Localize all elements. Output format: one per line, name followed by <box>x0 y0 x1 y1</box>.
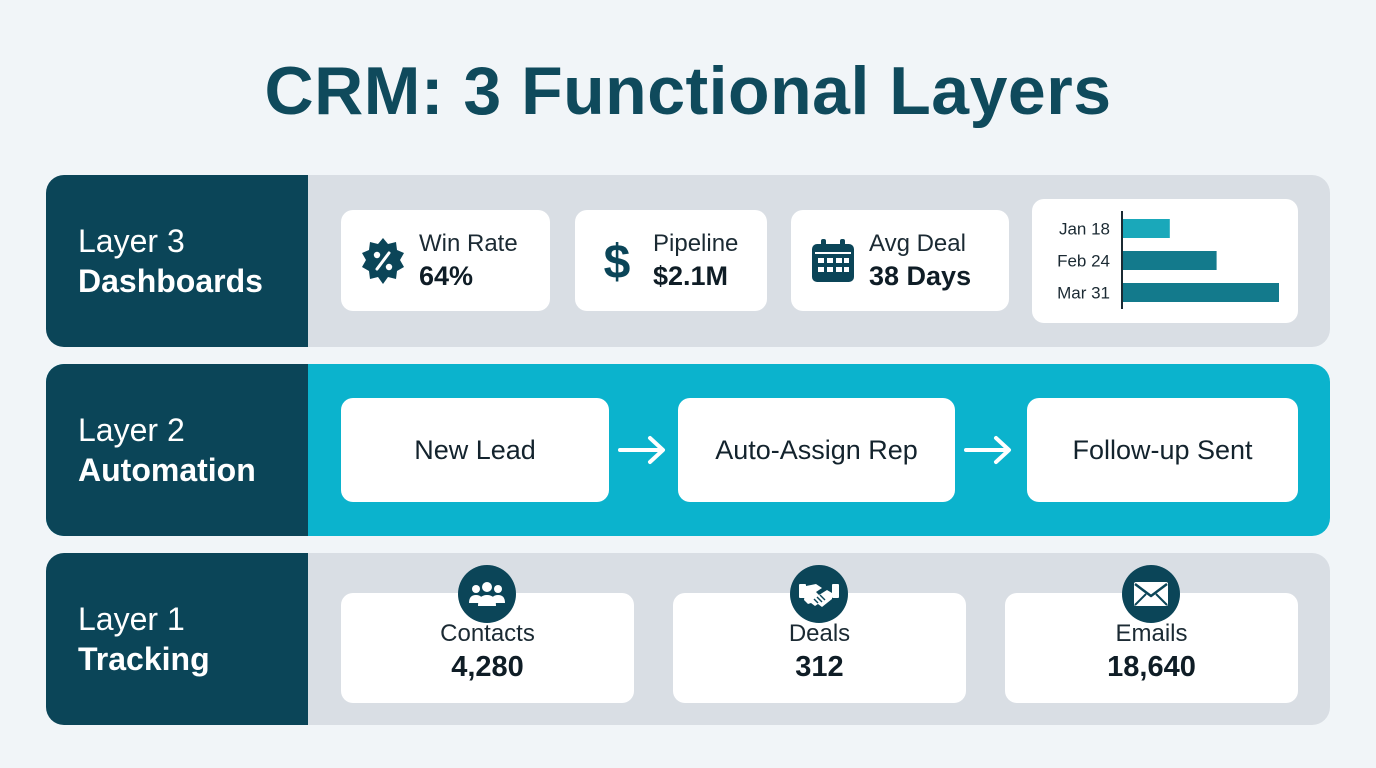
kpi-value: $2.1M <box>653 260 729 291</box>
layer-2-label: Layer 2 Automation <box>46 364 308 536</box>
flow-step-auto-assign: Auto-Assign Rep <box>678 398 955 502</box>
bar-category-label: Feb 24 <box>1057 252 1110 271</box>
kpi-card-pipeline: $ Pipeline $2.1M <box>575 210 767 311</box>
bar <box>1123 219 1170 238</box>
tracking-label: Deals <box>788 620 851 647</box>
calendar-icon <box>807 235 859 287</box>
layer-3-number: Layer 3 <box>78 223 185 259</box>
kpi-label: Pipeline <box>653 229 739 257</box>
handshake-icon <box>790 565 848 623</box>
svg-text:$: $ <box>604 236 631 288</box>
envelope-icon <box>1122 565 1180 623</box>
bar-chart-card: Jan 18 Feb 24 Mar 31 <box>1032 199 1298 323</box>
tracking-label: Contacts <box>440 620 535 647</box>
bar-category-label: Mar 31 <box>1057 284 1110 303</box>
layer-1-label: Layer 1 Tracking <box>46 553 308 725</box>
tracking-value: 18,640 <box>1107 651 1196 683</box>
arrow-right-icon <box>618 436 665 464</box>
layer-1-panel: Layer 1 Tracking Contacts 4,280 Deals 31… <box>46 553 1330 725</box>
dollar-icon: $ <box>591 235 643 288</box>
layer-2-name: Automation <box>78 452 256 488</box>
percent-badge-icon <box>357 235 409 287</box>
kpi-value: 38 Days <box>869 260 972 291</box>
kpi-value: 64% <box>419 260 474 291</box>
layer-3-panel: Layer 3 Dashboards Win Rate 64% $ Pipeli… <box>46 175 1330 347</box>
bar-category-label: Jan 18 <box>1059 220 1110 239</box>
bar <box>1123 251 1217 270</box>
layer-1-name: Tracking <box>78 641 210 677</box>
arrow-right-icon <box>964 436 1011 464</box>
kpi-label: Avg Deal <box>869 229 966 257</box>
layer-3-name: Dashboards <box>78 263 263 299</box>
kpi-card-avg-deal: Avg Deal 38 Days <box>791 210 1009 311</box>
layer-2-panel: Layer 2 Automation New Lead Auto-Assign … <box>46 364 1330 536</box>
flow-step-follow-up: Follow-up Sent <box>1027 398 1298 502</box>
layer-3-label: Layer 3 Dashboards <box>46 175 308 347</box>
bar <box>1123 283 1279 302</box>
kpi-card-win-rate: Win Rate 64% <box>341 210 550 311</box>
layer-1-number: Layer 1 <box>78 601 185 637</box>
flow-step-new-lead: New Lead <box>341 398 609 502</box>
layer-2-number: Layer 2 <box>78 412 185 448</box>
people-icon <box>458 565 516 623</box>
bar-chart: Jan 18 Feb 24 Mar 31 <box>1057 211 1279 309</box>
kpi-label: Win Rate <box>419 229 518 257</box>
tracking-value: 312 <box>795 651 844 683</box>
page-title: CRM: 3 Functional Layers <box>264 53 1112 129</box>
tracking-value: 4,280 <box>451 651 524 683</box>
tracking-label: Emails <box>1115 620 1188 647</box>
